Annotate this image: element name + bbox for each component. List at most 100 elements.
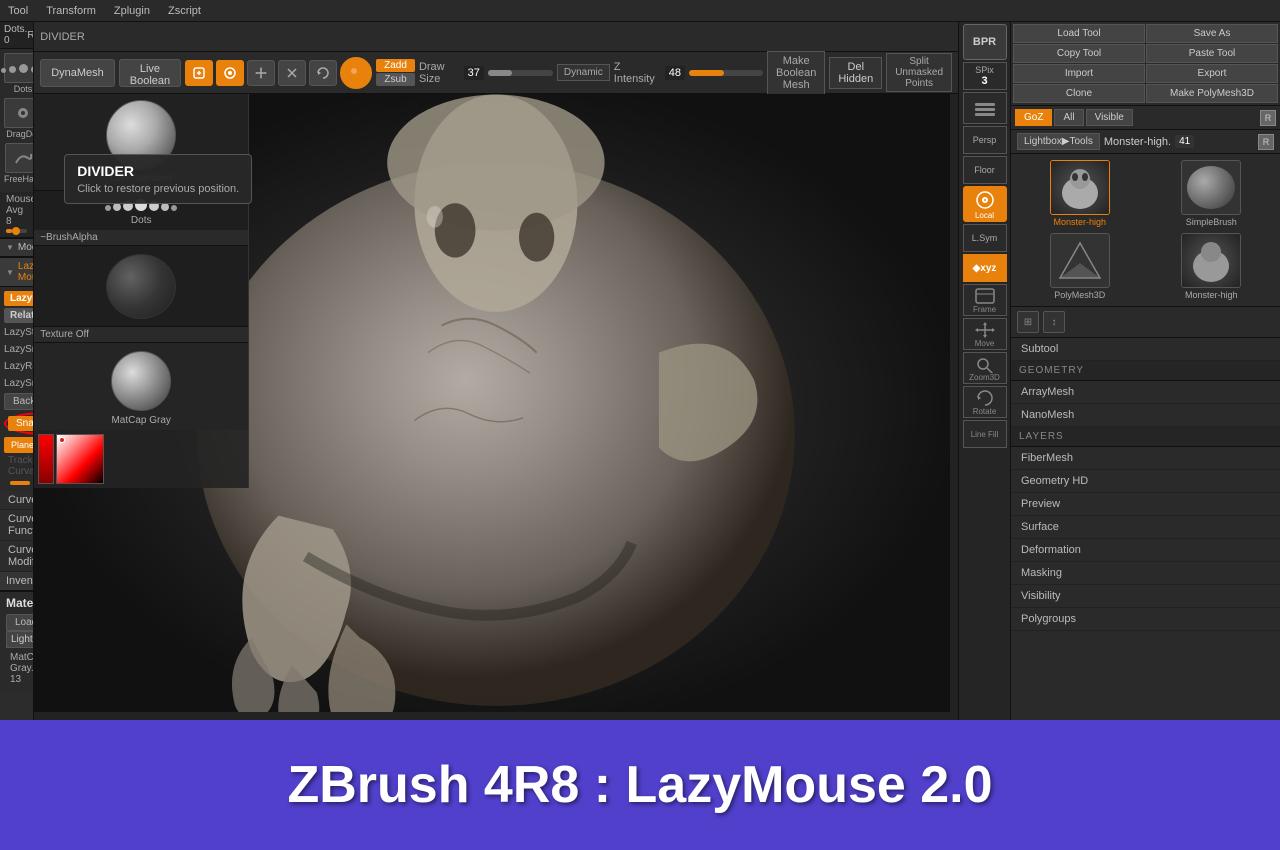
zoom3d-btn[interactable]: Zoom3D (963, 352, 1007, 384)
menu-zplugin[interactable]: Zplugin (114, 5, 150, 17)
rotate-side-btn[interactable]: Rotate (963, 386, 1007, 418)
load-tool-btn[interactable]: Load Tool (1013, 24, 1145, 43)
menu-geometry-hd[interactable]: Geometry HD (1011, 470, 1280, 493)
track-curvature-slider[interactable] (10, 481, 30, 485)
lazy-row-4: Backtrack SnapToTrack (4, 393, 29, 435)
copy-tool-btn[interactable]: Copy Tool (1013, 44, 1145, 63)
monster-high-value: 41 (1175, 135, 1194, 148)
menu-nano-mesh[interactable]: NanoMesh (1011, 404, 1280, 427)
path-buttons-row: Plane Line Spline Path (4, 437, 29, 453)
sub-icon-1[interactable]: ⊞ (1017, 311, 1039, 333)
draw-size-slider[interactable] (488, 70, 553, 76)
brush-row-2: DragDot Spray (4, 98, 29, 139)
export-btn[interactable]: Export (1146, 64, 1278, 83)
canvas-scroll-vertical[interactable] (950, 94, 958, 720)
active-tool-icon[interactable] (340, 57, 372, 89)
clone-btn[interactable]: Clone (1013, 84, 1145, 103)
del-hidden-btn[interactable]: Del Hidden (829, 57, 882, 89)
curve-functions-item[interactable]: Curve Functions (0, 510, 33, 541)
move-side-btn[interactable]: Move (963, 318, 1007, 350)
menu-fiber-mesh[interactable]: FiberMesh (1011, 447, 1280, 470)
menu-surface[interactable]: Surface (1011, 516, 1280, 539)
color-red-swatch[interactable] (38, 434, 54, 484)
visible-btn[interactable]: Visible (1086, 109, 1133, 126)
mouse-avg-slider[interactable] (6, 229, 27, 233)
canvas-area[interactable]: DamStandard Dots ~BrushA (34, 94, 958, 720)
lightbox-tools-btn[interactable]: Lightbox▶Tools (1017, 133, 1100, 150)
draw-btn[interactable] (216, 60, 244, 86)
curve-item[interactable]: Curve (0, 491, 33, 510)
thumb-simple-brush[interactable]: SimpleBrush (1149, 160, 1275, 227)
menu-masking[interactable]: Masking (1011, 562, 1280, 585)
modifiers-header[interactable]: Modifiers (0, 238, 33, 257)
menu-zscript[interactable]: Zscript (168, 5, 201, 17)
xyz-btn[interactable]: ◆xyz (963, 254, 1007, 282)
scale-btn[interactable] (278, 60, 306, 86)
all-btn[interactable]: All (1054, 109, 1083, 126)
menu-transform[interactable]: Transform (46, 5, 96, 17)
z-intensity-slider[interactable] (689, 70, 763, 76)
goz-btn[interactable]: GoZ (1015, 109, 1052, 126)
color-gradient-area[interactable] (56, 434, 104, 484)
texture-off-label: Texture Off (34, 326, 248, 343)
lazy-mouse-header[interactable]: Lazy Mouse (0, 257, 33, 287)
menu-geometry-header[interactable]: Geometry (1011, 361, 1280, 381)
material-lightbox-btn[interactable]: Lightbox▶Materials (6, 631, 34, 648)
brush-dots[interactable]: Dots (4, 53, 34, 94)
thumb-polymesh3d[interactable]: PolyMesh3D (1017, 233, 1143, 300)
menu-visibility[interactable]: Visibility (1011, 585, 1280, 608)
paste-tool-btn[interactable]: Paste Tool (1146, 44, 1278, 63)
rotate-btn[interactable] (309, 60, 337, 86)
menu-tool[interactable]: Tool (8, 5, 28, 17)
brush-dragdot[interactable]: DragDot (4, 98, 34, 139)
tool-thumbnails: Monster-high SimpleBrush PolyMesh3D (1011, 154, 1280, 307)
menu-array-mesh[interactable]: ArrayMesh (1011, 381, 1280, 404)
save-as-btn[interactable]: Save As (1146, 24, 1278, 43)
spix-area[interactable]: SPix 3 (963, 62, 1007, 90)
linefill-btn[interactable]: Line Fill (963, 420, 1007, 448)
menu-layers-header[interactable]: Layers (1011, 427, 1280, 447)
material-load-btn[interactable]: Load (6, 614, 34, 631)
floor-icon-btn[interactable]: Floor (963, 156, 1007, 184)
split-unmasked-btn[interactable]: Split Unmasked Points (886, 53, 952, 92)
local-icon-btn[interactable]: Local (963, 186, 1007, 222)
menu-deformation[interactable]: Deformation (1011, 539, 1280, 562)
color-picker-cursor (59, 437, 65, 443)
zsub-btn[interactable]: Zsub (376, 73, 415, 86)
edit-btn[interactable] (185, 60, 213, 86)
curve-modifiers-item[interactable]: Curve Modifiers (0, 541, 33, 572)
bpr-btn[interactable]: BPR (963, 24, 1007, 60)
lsym-btn[interactable]: L.Sym (963, 224, 1007, 252)
lazy-smooth-input: LazySmooth 0 (4, 342, 34, 357)
make-polymesh-btn[interactable]: Make PolyMesh3D (1146, 84, 1278, 103)
import-btn[interactable]: Import (1013, 64, 1145, 83)
path-plane-btn[interactable]: Plane (4, 437, 34, 453)
live-boolean-btn[interactable]: Live Boolean (119, 59, 181, 87)
sub-icon-2[interactable]: ↕ (1043, 311, 1065, 333)
dynamic-icon[interactable] (963, 92, 1007, 124)
menu-preview[interactable]: Preview (1011, 493, 1280, 516)
draw-size-area: Draw Size 37 (419, 61, 553, 85)
persp-icon-btn[interactable]: Persp (963, 126, 1007, 154)
menu-polygroups[interactable]: Polygroups (1011, 608, 1280, 631)
thumb-simple-brush-label: SimpleBrush (1186, 217, 1237, 227)
move-btn[interactable] (247, 60, 275, 86)
relative-btn[interactable]: Relative (4, 308, 34, 323)
backtrack-btn[interactable]: Backtrack (4, 393, 34, 410)
brush-freehand[interactable]: FreeHand (4, 143, 34, 184)
zadd-zsub-area: Zadd Zsub (376, 59, 415, 86)
frame-btn[interactable]: Frame (963, 284, 1007, 316)
lazymouse-btn[interactable]: LazyMouse (4, 291, 34, 306)
dynamic-btn[interactable]: Dynamic (557, 64, 610, 81)
r-indicator[interactable]: R (1260, 110, 1276, 126)
r-indicator-2[interactable]: R (1258, 134, 1274, 150)
make-bool-mesh-btn[interactable]: Make Boolean Mesh (767, 51, 825, 95)
zadd-btn[interactable]: Zadd (376, 59, 415, 72)
color-picker[interactable] (34, 430, 248, 488)
thumb-monster-high-1[interactable]: Monster-high (1017, 160, 1143, 227)
canvas-scroll-horizontal[interactable] (34, 712, 958, 720)
snap-to-track-btn[interactable]: SnapToTrack (8, 416, 34, 431)
menu-subtool[interactable]: Subtool (1011, 338, 1280, 361)
thumb-monster-high-2[interactable]: Monster-high (1149, 233, 1275, 300)
dyname-mesh-btn[interactable]: DynaMesh (40, 59, 115, 87)
